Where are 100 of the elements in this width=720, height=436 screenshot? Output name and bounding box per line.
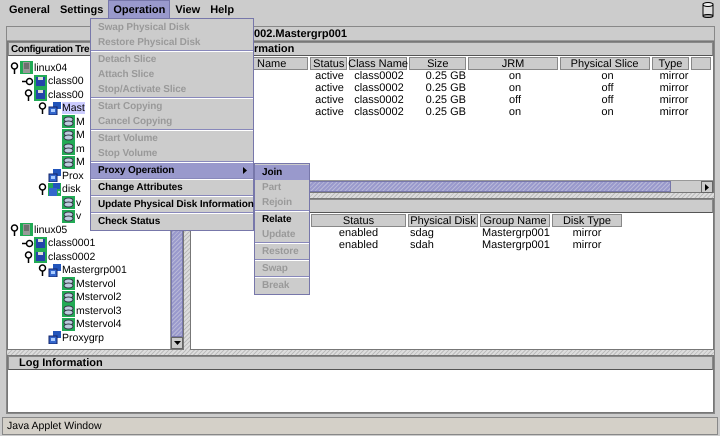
- menu-item[interactable]: Update Physical Disk Information: [91, 197, 253, 212]
- tree-item[interactable]: m: [76, 142, 85, 155]
- scroll-arrow-button[interactable]: [171, 337, 183, 349]
- tree-item[interactable]: v: [76, 196, 82, 209]
- tree-item[interactable]: Proxygrp: [62, 332, 104, 344]
- group-icon: [48, 182, 61, 196]
- down-arrow-icon[interactable]: [174, 341, 180, 345]
- disk-class-icon: [34, 74, 47, 88]
- panel-header: Log Information: [8, 356, 713, 370]
- column-header[interactable]: JRM: [468, 57, 558, 70]
- server-icon: [20, 223, 33, 236]
- volume-icon: [62, 210, 75, 223]
- tree-item[interactable]: class0002: [48, 250, 96, 263]
- menu-title[interactable]: Settings: [54, 0, 108, 19]
- table-cell-text: 0.25 GB: [424, 82, 467, 94]
- table-cell-text: on: [600, 106, 615, 118]
- table-cell-text: class0002: [353, 70, 405, 82]
- expanded-handle-icon[interactable]: [38, 102, 46, 114]
- menu-title[interactable]: General: [4, 0, 55, 19]
- table-cell-text: active: [314, 70, 345, 82]
- scroll-arrow-button[interactable]: [701, 181, 713, 193]
- column-header[interactable]: Group Name: [480, 214, 550, 227]
- menu-item[interactable]: Join: [255, 165, 309, 180]
- menu-title[interactable]: Operation: [108, 0, 170, 19]
- tree-item[interactable]: Mastergrp001: [62, 264, 127, 276]
- volume-icon: [62, 128, 75, 142]
- column-header[interactable]: Status: [311, 214, 406, 227]
- server-icon: [20, 61, 33, 74]
- table-cell-text: 0.25 GB: [424, 94, 467, 106]
- tree-item[interactable]: Mast: [62, 102, 85, 114]
- menu-item[interactable]: Proxy Operation: [91, 163, 253, 178]
- column-header[interactable]: Status: [310, 57, 348, 70]
- menu-title[interactable]: View: [170, 0, 206, 19]
- tree-item[interactable]: Prox: [62, 170, 84, 182]
- tree-item[interactable]: Mstervol: [76, 278, 116, 290]
- table-cell-text: mirror: [658, 94, 690, 106]
- expanded-handle-icon[interactable]: [24, 88, 32, 101]
- table-cell-text: sdag: [409, 227, 435, 239]
- expanded-handle-icon[interactable]: [38, 183, 46, 196]
- column-header[interactable]: Class Name: [349, 57, 408, 70]
- tree-item[interactable]: linux04: [34, 62, 68, 74]
- table-cell-text: Mastergrp001: [481, 239, 550, 251]
- column-header[interactable]: Physical Disk: [408, 214, 478, 227]
- table-cell-text: class0002: [353, 106, 405, 118]
- expanded-handle-icon[interactable]: [10, 62, 18, 74]
- collapsed-handle-icon[interactable]: [22, 238, 34, 248]
- tree-item[interactable]: class0001: [48, 237, 96, 250]
- column-header[interactable]: Physical Slice: [560, 57, 650, 70]
- table-cell-text: enabled: [338, 239, 380, 251]
- column-header[interactable]: Disk Type: [552, 214, 622, 227]
- tree-item[interactable]: class00: [48, 75, 84, 88]
- column-header[interactable]: Type: [652, 57, 690, 70]
- tree-item[interactable]: M: [76, 129, 85, 142]
- volume-icon: [62, 196, 75, 210]
- table-cell-text: mirror: [658, 106, 690, 118]
- menu-item[interactable]: Relate: [255, 212, 309, 227]
- table-cell-text: enabled: [338, 227, 380, 239]
- column-header[interactable]: [691, 57, 712, 70]
- tree-item[interactable]: M: [76, 156, 85, 168]
- table-cell-text: active: [314, 82, 345, 94]
- volume-icon: [62, 115, 75, 128]
- table-cell-text: Mastergrp001: [481, 227, 550, 239]
- table-cell-text: mirror: [572, 227, 602, 239]
- table-cell-text: class0002: [353, 82, 405, 94]
- menu-title[interactable]: Help: [205, 0, 240, 19]
- expanded-handle-icon[interactable]: [24, 250, 32, 263]
- table-cell-text: off: [600, 94, 615, 106]
- table-cell-text: off: [600, 82, 615, 94]
- right-arrow-icon[interactable]: [705, 184, 709, 190]
- table-cell-text: off: [508, 94, 522, 106]
- window-title: 002.Mastergrp001: [254, 28, 347, 40]
- table-cell-text: 0.25 GB: [424, 106, 467, 118]
- volume-icon: [62, 142, 75, 156]
- column-header[interactable]: Size: [409, 57, 466, 70]
- tree-item[interactable]: class00: [48, 88, 84, 101]
- table-cell-text: on: [508, 82, 522, 94]
- tree-item[interactable]: Mstervol2: [76, 291, 122, 304]
- expanded-handle-icon[interactable]: [38, 264, 46, 276]
- table-cell-text: on: [508, 106, 522, 118]
- expanded-handle-icon[interactable]: [10, 224, 18, 236]
- tree-item[interactable]: disk: [62, 183, 81, 196]
- collapsed-handle-icon[interactable]: [22, 76, 34, 86]
- disk-class-icon: [34, 236, 47, 250]
- group-icon: [48, 102, 61, 115]
- tree-item[interactable]: mstervol3: [76, 304, 122, 317]
- menu-item[interactable]: Check Status: [91, 214, 253, 229]
- volume-icon: [62, 318, 75, 331]
- table-cell-text: class0002: [353, 94, 405, 106]
- table-cell-text: mirror: [658, 82, 690, 94]
- cylinder-icon: [702, 2, 714, 18]
- volume-icon: [62, 277, 75, 290]
- menu-item[interactable]: Change Attributes: [91, 180, 253, 195]
- tree-item[interactable]: linux05: [34, 224, 68, 236]
- table-cell-text: mirror: [658, 70, 690, 82]
- tree-item[interactable]: M: [76, 116, 85, 128]
- submenu-arrow-icon[interactable]: [243, 167, 247, 174]
- tree-item[interactable]: v: [76, 210, 82, 222]
- table-cell-text: active: [314, 106, 345, 118]
- tree-item[interactable]: Mstervol4: [76, 318, 122, 330]
- disk-class-icon: [34, 88, 47, 102]
